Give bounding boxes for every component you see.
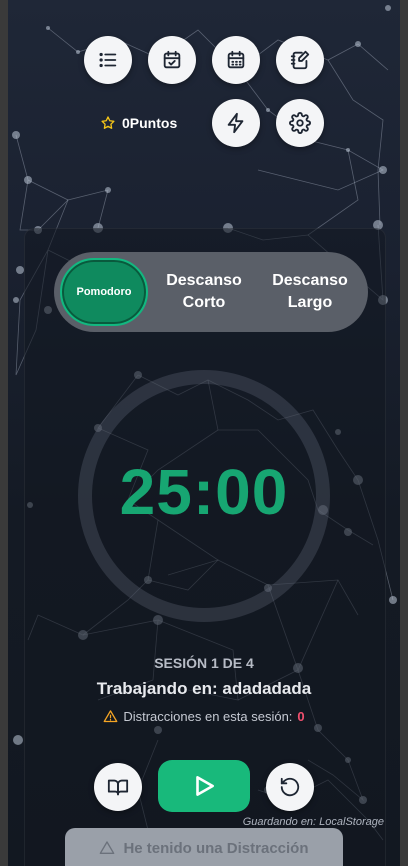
gear-icon[interactable]: [276, 99, 324, 147]
points-display: 0Puntos: [86, 104, 204, 142]
tab-long-break[interactable]: Descanso Largo: [260, 270, 360, 314]
play-icon: [196, 776, 214, 796]
mode-selector: Pomodoro Descanso Corto Descanso Largo: [54, 252, 368, 332]
distractions-line: Distracciones en esta sesión: 0: [8, 709, 400, 724]
tab-short-break[interactable]: Descanso Corto: [154, 270, 254, 314]
distractions-label: Distracciones en esta sesión:: [123, 709, 293, 724]
tab-short-break-line1: Descanso: [166, 272, 242, 289]
tab-long-break-line1: Descanso: [272, 272, 348, 289]
list-icon[interactable]: [84, 36, 132, 84]
tab-long-break-line2: Largo: [287, 294, 333, 311]
distractions-count: 0: [297, 709, 305, 724]
warning-icon: [100, 841, 115, 854]
distraction-button[interactable]: He tenido una Distracción: [65, 828, 343, 866]
book-icon[interactable]: [94, 763, 142, 811]
play-button[interactable]: [158, 760, 250, 812]
notebook-edit-icon[interactable]: [276, 36, 324, 84]
timer-display: 25:00: [119, 456, 289, 528]
saving-status: Guardando en: LocalStorage: [242, 816, 384, 828]
reset-icon[interactable]: [266, 763, 314, 811]
distraction-button-label: He tenido una Distracción: [123, 840, 309, 857]
working-on-label: Trabajando en: adadadada: [96, 679, 312, 698]
points-label: 0Puntos: [122, 115, 178, 131]
tab-short-break-line2: Corto: [182, 294, 226, 311]
app-frame: 0Puntos Pomodoro Descanso Corto Descanso…: [8, 0, 400, 866]
session-counter: SESIÓN 1 DE 4: [154, 655, 254, 671]
lightning-icon[interactable]: [212, 99, 260, 147]
tab-pomodoro[interactable]: Pomodoro: [60, 258, 148, 326]
warning-icon: [103, 710, 118, 723]
calendar-check-icon[interactable]: [148, 36, 196, 84]
calendar-grid-icon[interactable]: [212, 36, 260, 84]
star-icon: [101, 116, 115, 129]
